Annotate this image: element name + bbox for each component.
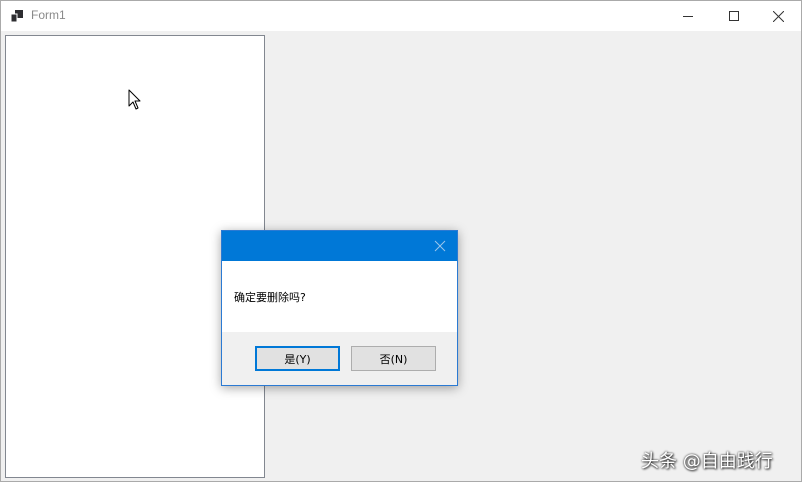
minimize-icon <box>683 16 693 17</box>
maximize-icon <box>729 11 739 21</box>
window-title: Form1 <box>31 8 66 22</box>
close-button[interactable] <box>755 1 801 31</box>
dialog-titlebar[interactable] <box>222 231 457 261</box>
app-icon <box>11 10 23 22</box>
close-icon <box>772 10 784 22</box>
window-titlebar[interactable]: Form1 <box>1 1 801 31</box>
maximize-button[interactable] <box>711 1 757 31</box>
dialog-message: 确定要删除吗? <box>234 291 306 304</box>
yes-button[interactable]: 是(Y) <box>255 346 340 371</box>
confirm-dialog: 确定要删除吗? 是(Y) 否(N) <box>221 230 458 386</box>
dialog-body: 确定要删除吗? <box>222 261 457 332</box>
dialog-footer: 是(Y) 否(N) <box>222 332 457 385</box>
minimize-button[interactable] <box>665 1 711 31</box>
dialog-close-icon[interactable] <box>434 240 446 252</box>
watermark-text: 头条 @自由践行 <box>641 451 773 472</box>
mouse-cursor-icon <box>128 89 141 110</box>
main-window: Form1 确定要删除吗? 是(Y) 否(N) 头条 @自由践行 <box>0 0 802 482</box>
no-button[interactable]: 否(N) <box>351 346 436 371</box>
